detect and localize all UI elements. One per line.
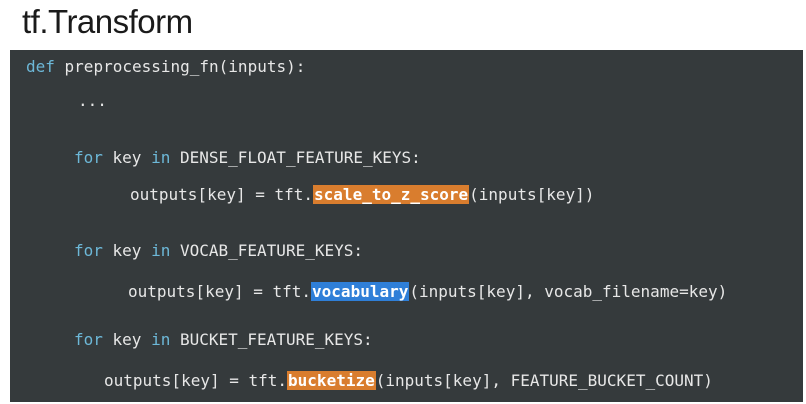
code-line-vocabulary: outputs[key] = tft.vocabulary(inputs[key… xyxy=(128,282,727,302)
code-line-bucketize: outputs[key] = tft.bucketize(inputs[key]… xyxy=(104,371,713,391)
code-block: def preprocessing_fn(inputs): ... for ke… xyxy=(10,50,803,402)
loop-iterable: VOCAB_FEATURE_KEYS: xyxy=(170,241,363,260)
loop-variable: key xyxy=(102,241,152,260)
function-signature: preprocessing_fn(inputs): xyxy=(54,57,306,76)
assignment-prefix: outputs[key] = tft. xyxy=(104,371,288,390)
call-arguments: (inputs[key], vocab_filename=key) xyxy=(409,282,728,301)
code-line-ellipsis: ... xyxy=(78,91,107,111)
code-line-scale-to-z-score: outputs[key] = tft.scale_to_z_score(inpu… xyxy=(130,185,594,205)
loop-variable: key xyxy=(102,148,152,167)
slide-title: tf.Transform xyxy=(22,3,193,40)
ellipsis-text: ... xyxy=(78,91,107,110)
keyword-for: for xyxy=(74,241,103,260)
call-arguments: (inputs[key], FEATURE_BUCKET_COUNT) xyxy=(375,371,713,390)
keyword-in: in xyxy=(151,148,171,167)
keyword-for: for xyxy=(74,330,103,349)
call-arguments: (inputs[key]) xyxy=(469,185,595,204)
slide: tf.Transform def preprocessing_fn(inputs… xyxy=(0,0,806,404)
keyword-in: in xyxy=(151,241,171,260)
loop-iterable: BUCKET_FEATURE_KEYS: xyxy=(170,330,373,349)
highlighted-function-vocabulary: vocabulary xyxy=(311,282,410,301)
assignment-prefix: outputs[key] = tft. xyxy=(128,282,312,301)
keyword-in: in xyxy=(151,330,171,349)
highlighted-function-bucketize: bucketize xyxy=(287,371,376,390)
code-line-for-dense: for key in DENSE_FLOAT_FEATURE_KEYS: xyxy=(74,148,421,168)
assignment-prefix: outputs[key] = tft. xyxy=(130,185,314,204)
code-line-for-vocab: for key in VOCAB_FEATURE_KEYS: xyxy=(74,241,363,261)
loop-variable: key xyxy=(102,330,152,349)
code-line-def: def preprocessing_fn(inputs): xyxy=(26,57,305,77)
code-line-for-bucket: for key in BUCKET_FEATURE_KEYS: xyxy=(74,330,373,350)
highlighted-function-scale-to-z-score: scale_to_z_score xyxy=(313,185,470,204)
keyword-def: def xyxy=(26,57,55,76)
loop-iterable: DENSE_FLOAT_FEATURE_KEYS: xyxy=(170,148,421,167)
keyword-for: for xyxy=(74,148,103,167)
